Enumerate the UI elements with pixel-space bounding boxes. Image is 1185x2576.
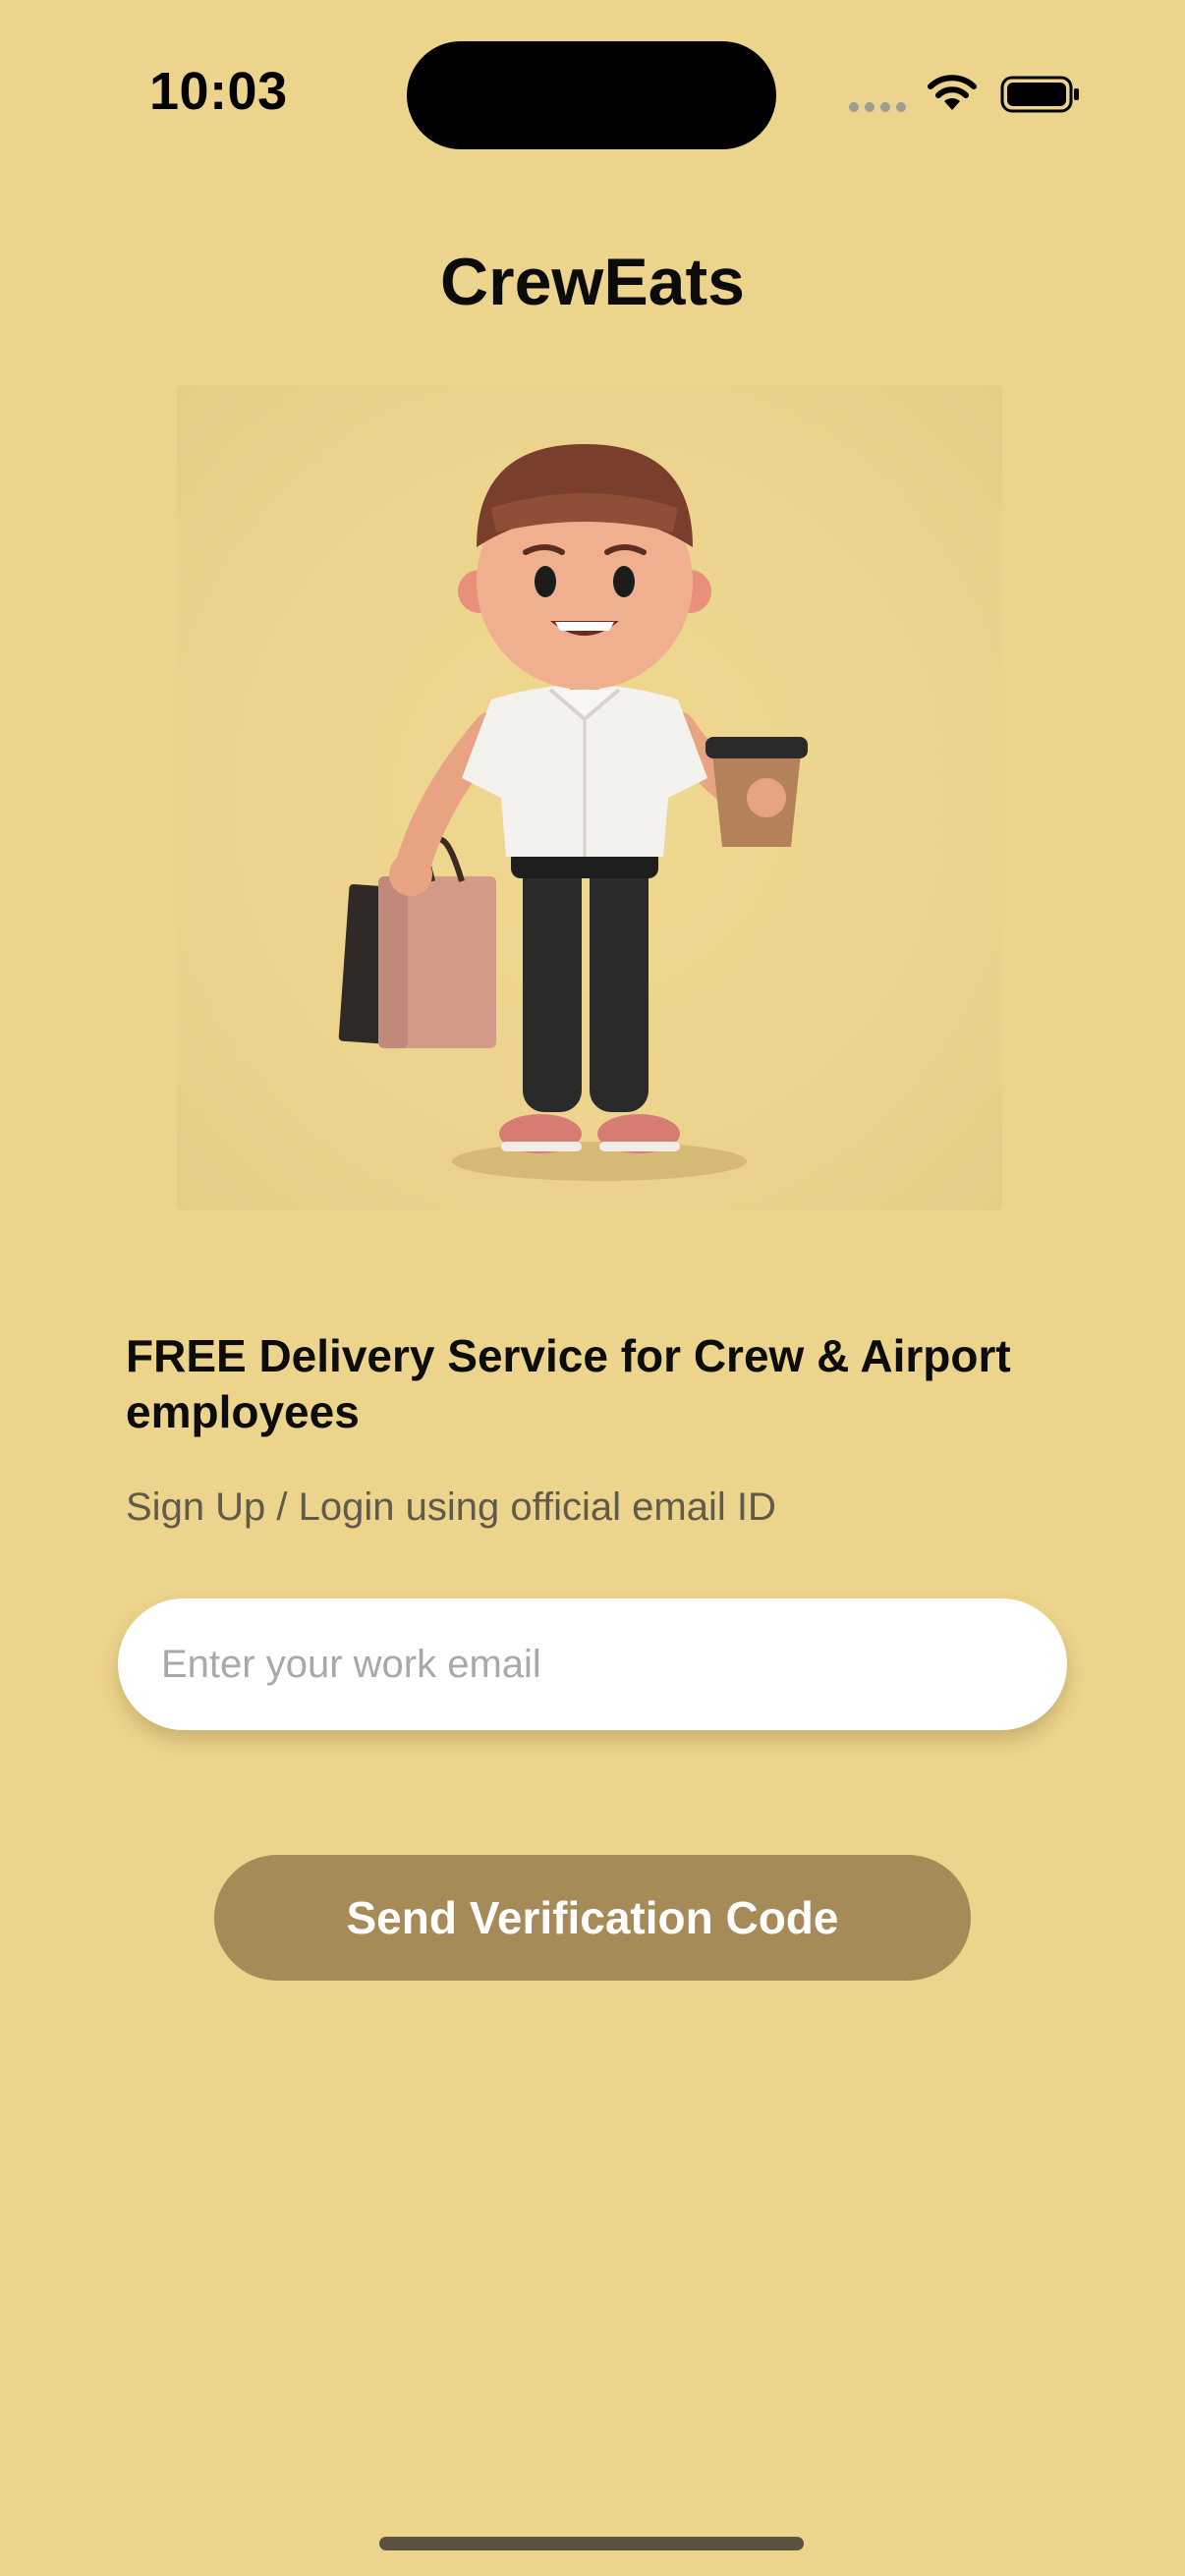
app-title: CrewEats xyxy=(440,245,745,319)
cellular-signal-icon xyxy=(849,102,906,112)
home-indicator[interactable] xyxy=(379,2537,804,2550)
subtitle: Sign Up / Login using official email ID xyxy=(126,1485,776,1529)
battery-icon xyxy=(1000,76,1079,113)
email-input[interactable] xyxy=(118,1598,1067,1730)
wifi-icon xyxy=(928,75,977,110)
shadow xyxy=(452,1142,747,1181)
status-time: 10:03 xyxy=(149,62,288,121)
hero-illustration xyxy=(177,385,1002,1210)
legs xyxy=(511,849,658,1112)
headline: FREE Delivery Service for Crew & Airport… xyxy=(126,1330,1011,1437)
dynamic-island xyxy=(407,41,776,149)
shirt xyxy=(462,685,707,857)
send-verification-code-button[interactable]: Send Verification Code xyxy=(214,1855,971,1981)
coffee-cup-icon xyxy=(705,737,808,847)
status-bar: 10:03 xyxy=(0,0,1185,187)
head xyxy=(458,444,711,690)
